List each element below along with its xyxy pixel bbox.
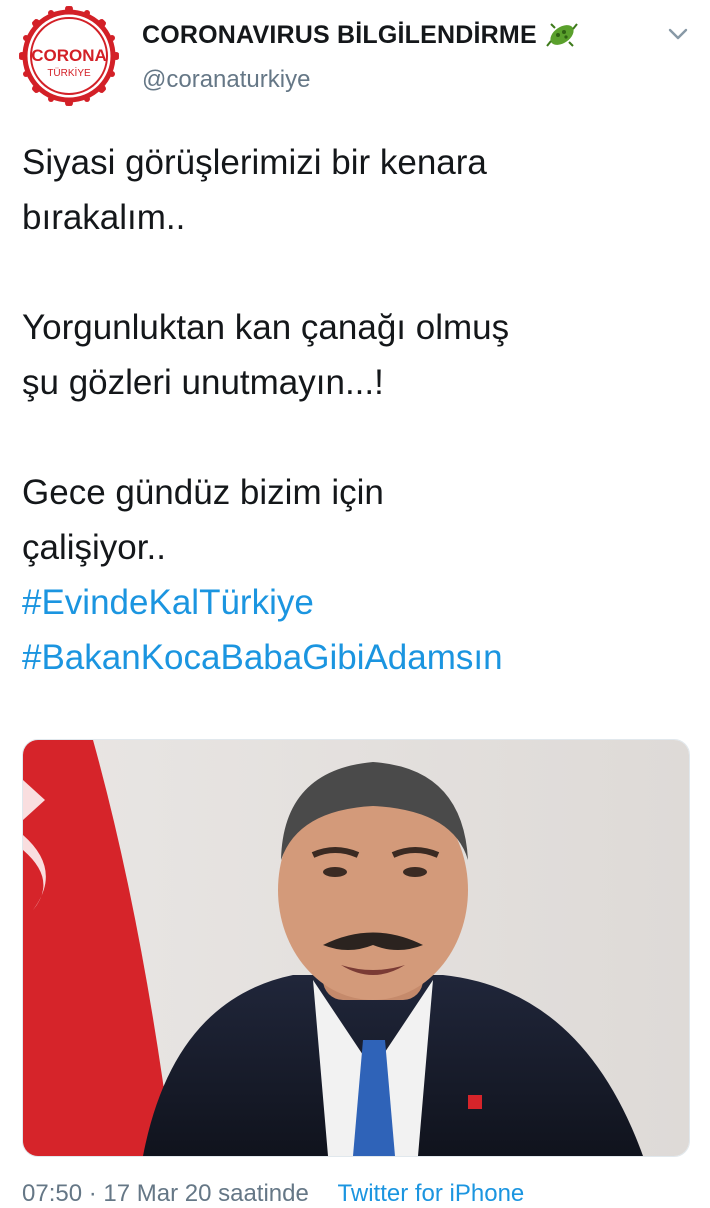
hashtag-link[interactable]: #BakanKocaBabaGibiAdamsın bbox=[22, 630, 702, 685]
source-link[interactable]: Twitter for iPhone bbox=[338, 1180, 525, 1207]
handle[interactable]: @coranaturkiye bbox=[142, 66, 310, 94]
avatar-logo-text-bottom: TÜRKİYE bbox=[47, 66, 91, 79]
tweet-meta: 07:50 · 17 Mar 20 saatinde Twitter for i… bbox=[22, 1180, 702, 1208]
tweet-text: Siyasi görüşlerimizi bir kenara bırakalı… bbox=[22, 135, 702, 685]
tweet-header: CORONA TÜRKİYE CORONAVIRUS BİLGİLENDİRME… bbox=[0, 0, 710, 115]
chevron-down-icon[interactable] bbox=[666, 24, 690, 44]
tweet-line: çalişiyor.. bbox=[22, 528, 166, 567]
display-name[interactable]: CORONAVIRUS BİLGİLENDİRME bbox=[142, 21, 537, 50]
virus-icon bbox=[545, 18, 579, 52]
avatar[interactable]: CORONA TÜRKİYE bbox=[19, 6, 119, 106]
corona-logo: CORONA TÜRKİYE bbox=[19, 6, 119, 106]
tweet-line: bırakalım.. bbox=[22, 198, 186, 237]
tweet-line: Gece gündüz bizim için bbox=[22, 473, 384, 512]
hashtag-link[interactable]: #EvindeKalTürkiye bbox=[22, 575, 702, 630]
avatar-logo-text-top: CORONA bbox=[31, 46, 107, 65]
tweet-line: Yorgunluktan kan çanağı olmuş bbox=[22, 308, 510, 347]
tweet-line: şu gözleri unutmayın...! bbox=[22, 363, 384, 402]
tweet-line: Siyasi görüşlerimizi bir kenara bbox=[22, 143, 487, 182]
photo-illustration bbox=[23, 740, 689, 1156]
name-row: CORONAVIRUS BİLGİLENDİRME bbox=[142, 18, 579, 52]
timestamp[interactable]: 07:50 · 17 Mar 20 saatinde bbox=[22, 1180, 309, 1207]
tweet-photo[interactable] bbox=[22, 739, 690, 1157]
